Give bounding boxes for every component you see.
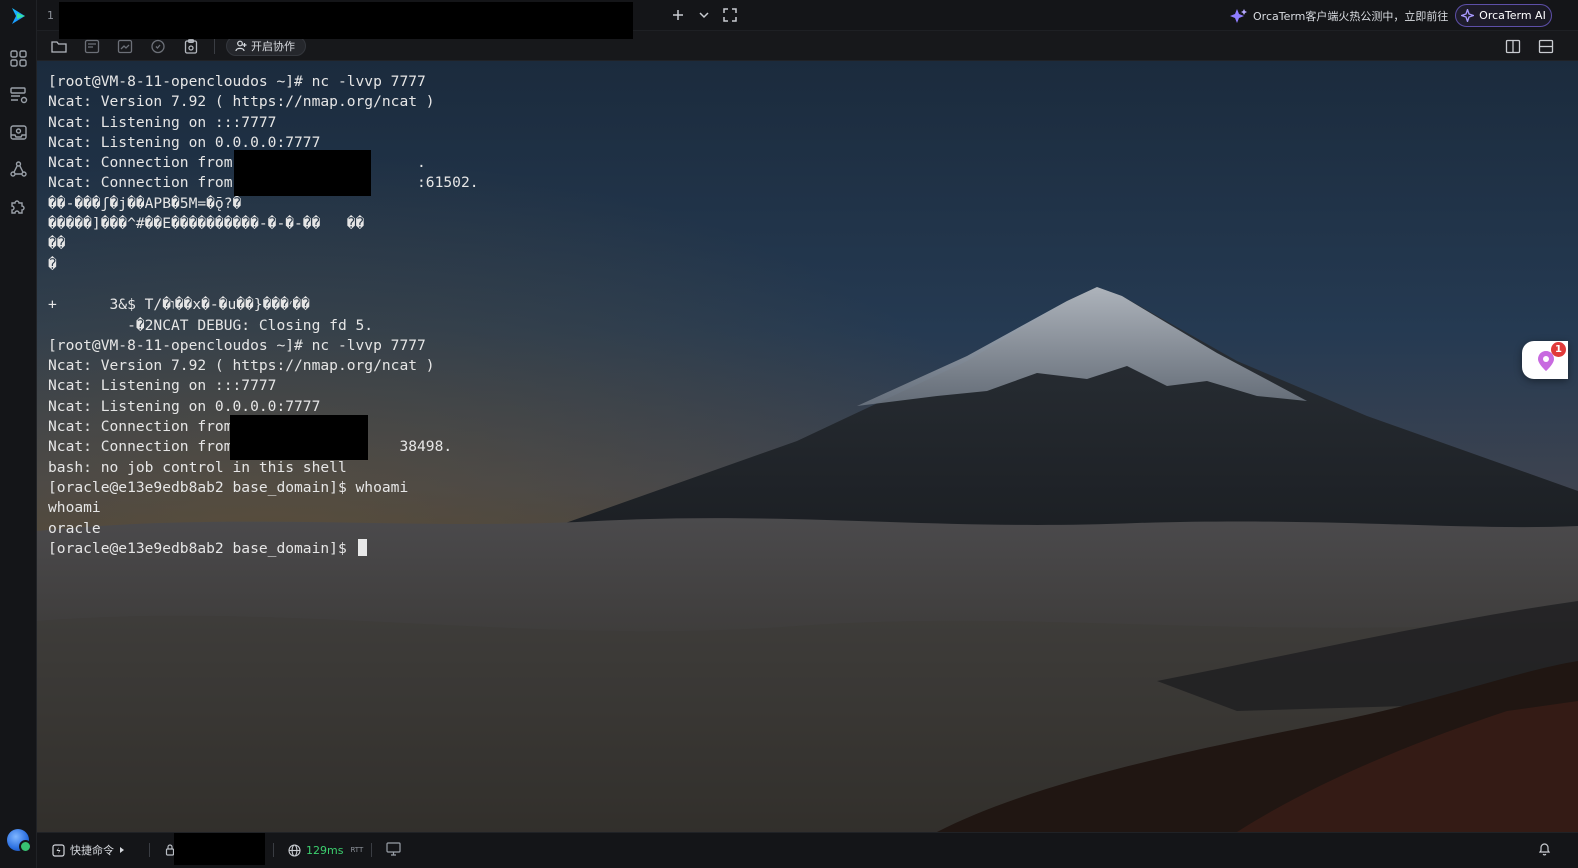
terminal-cursor — [357, 538, 367, 556]
status-divider — [371, 843, 372, 857]
globe-icon — [288, 843, 301, 857]
caret-right-icon — [120, 847, 124, 853]
terminal-line: �����]���^#��E����������-�-�-�� �� — [48, 215, 365, 233]
split-horizontal-icon[interactable] — [1538, 39, 1554, 54]
tab-index[interactable]: 1 — [47, 9, 54, 22]
plugin-puzzle-icon[interactable] — [9, 197, 28, 216]
bell-icon[interactable] — [1538, 842, 1551, 856]
client-promo[interactable]: OrcaTerm客户端火热公测中，立即前往 — [1230, 7, 1448, 24]
terminal-line: bash: no job control in this shell — [48, 458, 347, 476]
collaborate-button[interactable]: 开启协作 — [226, 36, 306, 56]
add-tab-icon[interactable] — [670, 7, 686, 23]
terminal-line: oracle — [48, 519, 101, 537]
terminal-output[interactable]: [root@VM-8-11-opencloudos ~]# nc -lvvp 7… — [48, 72, 479, 559]
screenshot-icon[interactable] — [117, 39, 133, 54]
terminal-line: [root@VM-8-11-opencloudos ~]# nc -lvvp 7… — [48, 73, 426, 90]
terminal-line: Ncat: Version 7.92 ( https://nmap.org/nc… — [48, 357, 435, 375]
status-bar: 快捷命令 129ms RTT — [37, 832, 1578, 868]
promo-text[interactable]: OrcaTerm客户端火热公测中，立即前往 — [1253, 8, 1448, 24]
latency-unit: RTT — [350, 846, 364, 854]
terminal-pane[interactable]: [root@VM-8-11-opencloudos ~]# nc -lvvp 7… — [37, 61, 1578, 832]
network-topology-icon[interactable] — [9, 160, 28, 179]
terminal-line: + 3&$ T/�ו��x�-�u��}���׳�� — [48, 296, 310, 314]
lightning-box-icon — [52, 843, 65, 857]
terminal-line: -�2NCAT DEBUG: Closing fd 5. — [48, 316, 374, 334]
split-vertical-icon[interactable] — [1505, 39, 1521, 54]
terminal-prompt-line[interactable]: [oracle@e13e9edb8ab2 base_domain]$ — [48, 538, 479, 559]
terminal-line: ��-���ʃ�j��APB�5M=�ǭ?� — [48, 194, 242, 212]
security-shield-icon[interactable] — [150, 39, 166, 54]
monitor-icon[interactable] — [386, 842, 401, 856]
orcaterm-ai-button[interactable]: OrcaTerm AI — [1455, 4, 1552, 27]
terminal-line: [root@VM-8-11-opencloudos ~]# nc -lvvp 7… — [48, 336, 426, 354]
terminal-line: Ncat: Listening on :::7777 — [48, 377, 277, 395]
collaborate-label: 开启协作 — [251, 40, 295, 53]
terminal-line: Ncat: Version 7.92 ( https://nmap.org/nc… — [48, 93, 435, 111]
redacted-tab-title — [59, 2, 633, 39]
latency-value: 129ms — [306, 843, 344, 857]
redacted-host — [174, 833, 265, 865]
file-manager-icon[interactable] — [51, 39, 67, 54]
terminal-line: �� — [48, 235, 66, 253]
orcaterm-logo-icon[interactable] — [8, 5, 30, 27]
quick-commands-button[interactable]: 快捷命令 — [52, 842, 125, 858]
terminal-line: Ncat: Listening on 0.0.0.0:7777 — [48, 397, 321, 415]
sparkle-icon — [1230, 8, 1247, 23]
toolbar-divider — [214, 39, 215, 54]
terminal-line: Ncat: Listening on :::7777 — [48, 113, 277, 131]
left-rail — [0, 0, 37, 868]
terminal-line: � — [48, 255, 57, 273]
quick-commands-label: 快捷命令 — [70, 844, 114, 857]
top-tab-bar: 1 OrcaTerm客户端火热公测中，立即前往 OrcaTerm AI — [37, 0, 1578, 39]
terminal-box-icon[interactable] — [9, 123, 28, 142]
notification-badge: 1 — [1551, 342, 1566, 357]
redacted-ip-1 — [234, 150, 371, 196]
ai-button-label: OrcaTerm AI — [1479, 9, 1546, 22]
network-latency[interactable]: 129ms RTT — [288, 842, 363, 858]
server-list-icon[interactable] — [9, 86, 28, 105]
chevron-down-icon[interactable] — [696, 7, 712, 23]
session-log-icon[interactable] — [84, 39, 100, 54]
user-avatar[interactable] — [7, 829, 32, 853]
shell-prompt: [oracle@e13e9edb8ab2 base_domain]$ — [48, 539, 356, 557]
fullscreen-icon[interactable] — [722, 7, 738, 23]
ai-star-icon — [1461, 9, 1475, 22]
apps-grid-icon[interactable] — [9, 49, 28, 68]
clipboard-icon[interactable] — [183, 39, 199, 54]
status-divider — [149, 843, 150, 857]
terminal-line: whoami — [48, 499, 101, 517]
status-divider — [273, 843, 274, 857]
terminal-line: [oracle@e13e9edb8ab2 base_domain]$ whoam… — [48, 478, 409, 496]
user-share-icon — [235, 40, 247, 52]
redacted-ip-2 — [230, 415, 368, 460]
assistant-floating-button[interactable]: 1 — [1522, 341, 1568, 379]
